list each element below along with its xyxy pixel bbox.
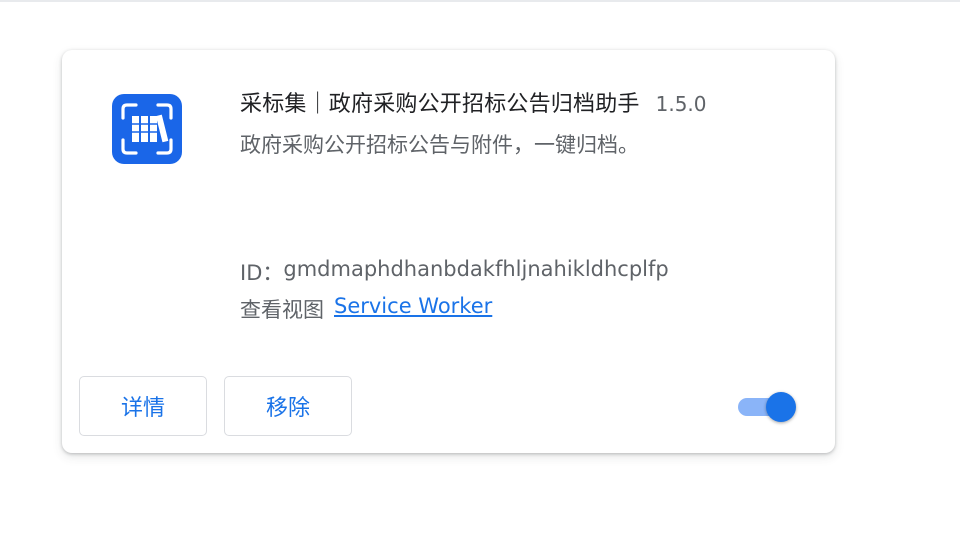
service-worker-link[interactable]: Service Worker xyxy=(334,294,492,324)
extension-id: ID： gmdmaphdhanbdakfhljnahikldhcplfp xyxy=(240,257,669,287)
extension-version: 1.5.0 xyxy=(655,92,707,116)
extension-card: 采标集｜政府采购公开招标公告归档助手 1.5.0 政府采购公开招标公告与附件，一… xyxy=(62,50,835,453)
extension-enable-toggle[interactable] xyxy=(738,391,798,423)
details-button[interactable]: 详情 xyxy=(79,376,207,436)
archive-box-icon xyxy=(112,94,182,164)
page-top-border xyxy=(0,0,960,2)
inspect-views-row: 查看视图 Service Worker xyxy=(240,294,492,324)
extension-id-label: ID： xyxy=(240,261,284,285)
inspect-views-label: 查看视图 xyxy=(240,298,324,322)
extension-id-value: gmdmaphdhanbdakfhljnahikldhcplfp xyxy=(283,257,669,281)
extension-description: 政府采购公开招标公告与附件，一键归档。 xyxy=(240,133,639,157)
extension-name: 采标集｜政府采购公开招标公告归档助手 xyxy=(240,92,640,117)
toggle-knob xyxy=(766,392,796,422)
remove-button[interactable]: 移除 xyxy=(224,376,352,436)
extension-title-row: 采标集｜政府采购公开招标公告归档助手 1.5.0 xyxy=(240,86,707,118)
